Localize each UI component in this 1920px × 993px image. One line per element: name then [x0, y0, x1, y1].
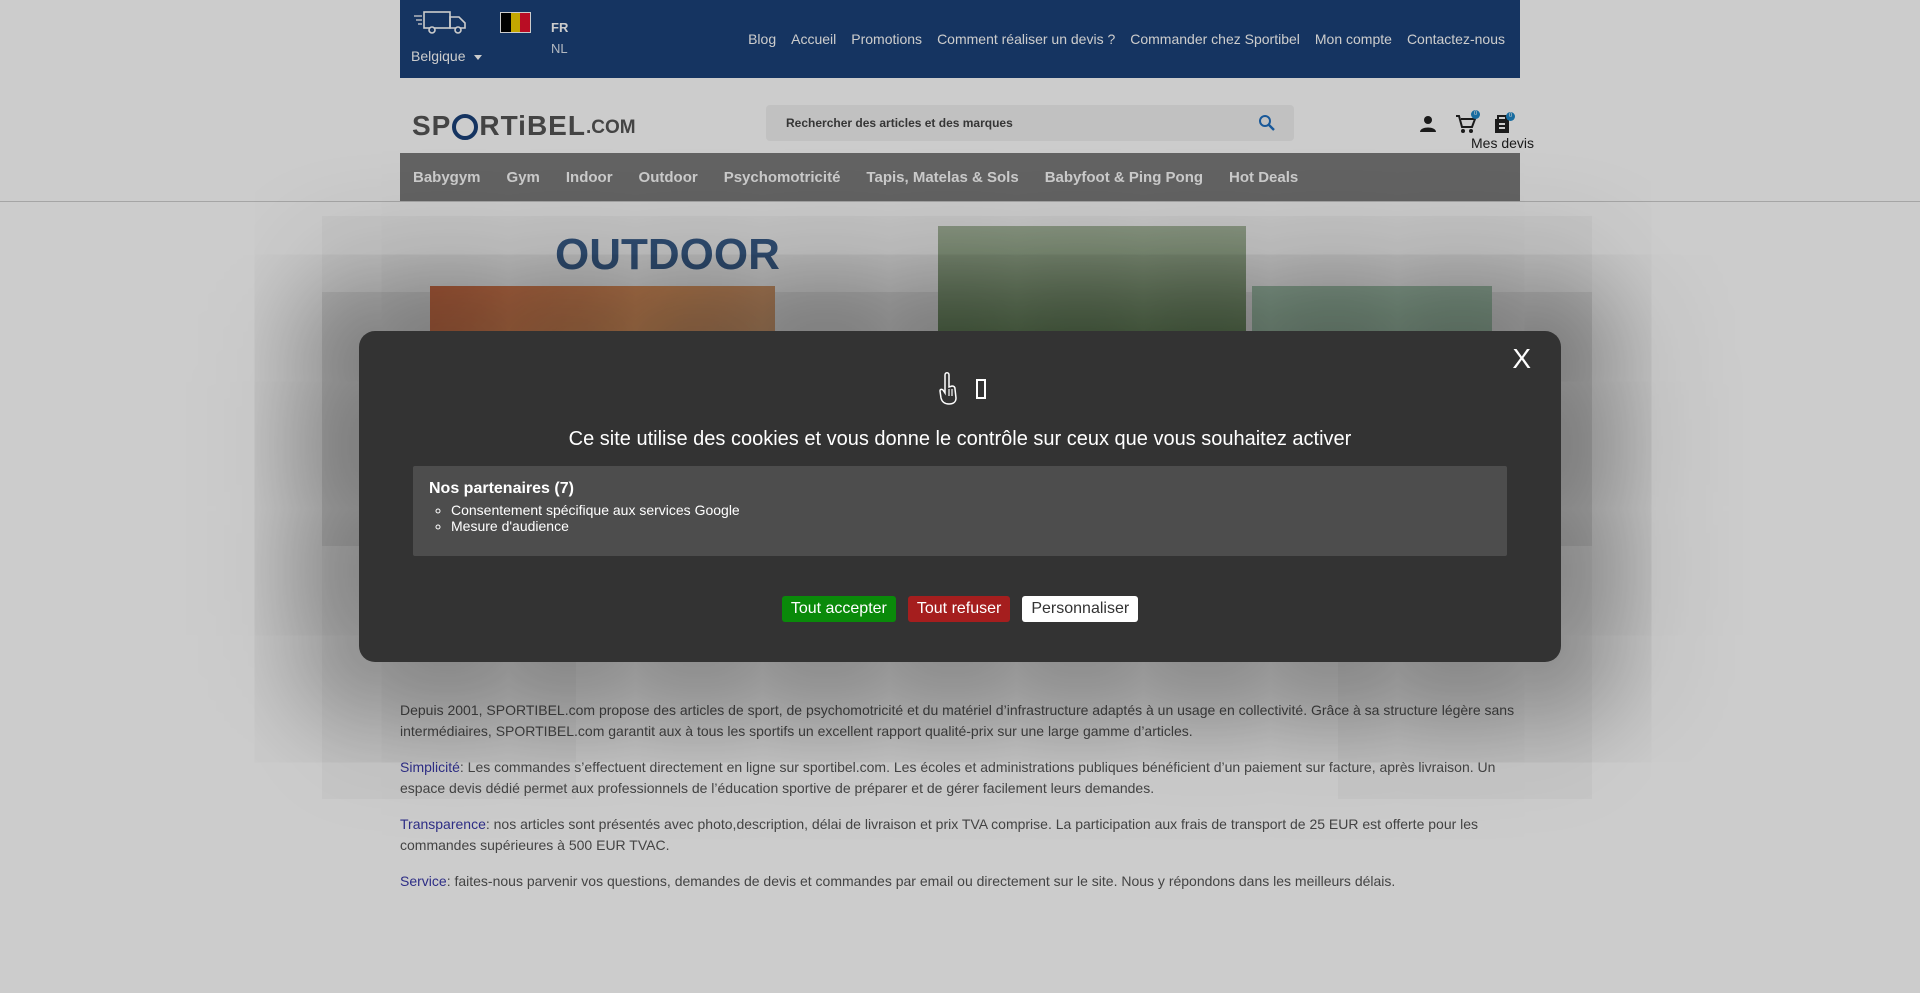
list-item: Consentement spécifique aux services Goo…	[451, 502, 1491, 518]
modal-title: Ce site utilise des cookies et vous donn…	[568, 428, 1352, 450]
list-item: Mesure d'audience	[451, 518, 1491, 534]
partners-panel: Nos partenaires (7) Consentement spécifi…	[413, 466, 1507, 556]
modal-actions: Tout accepter Tout refuser Personnaliser	[359, 596, 1561, 622]
close-button[interactable]: X	[1512, 343, 1531, 375]
partners-list: Consentement spécifique aux services Goo…	[429, 502, 1491, 534]
customize-button[interactable]: Personnaliser	[1022, 596, 1139, 622]
accept-all-button[interactable]: Tout accepter	[781, 596, 896, 622]
refuse-all-button[interactable]: Tout refuser	[907, 596, 1011, 622]
partners-title: Nos partenaires (7)	[429, 480, 574, 497]
cookie-consent-modal: X Ce site utilise des cookies et vous do…	[359, 331, 1561, 662]
hand-pointer-icon	[939, 372, 957, 405]
missing-glyph-icon	[976, 379, 986, 399]
